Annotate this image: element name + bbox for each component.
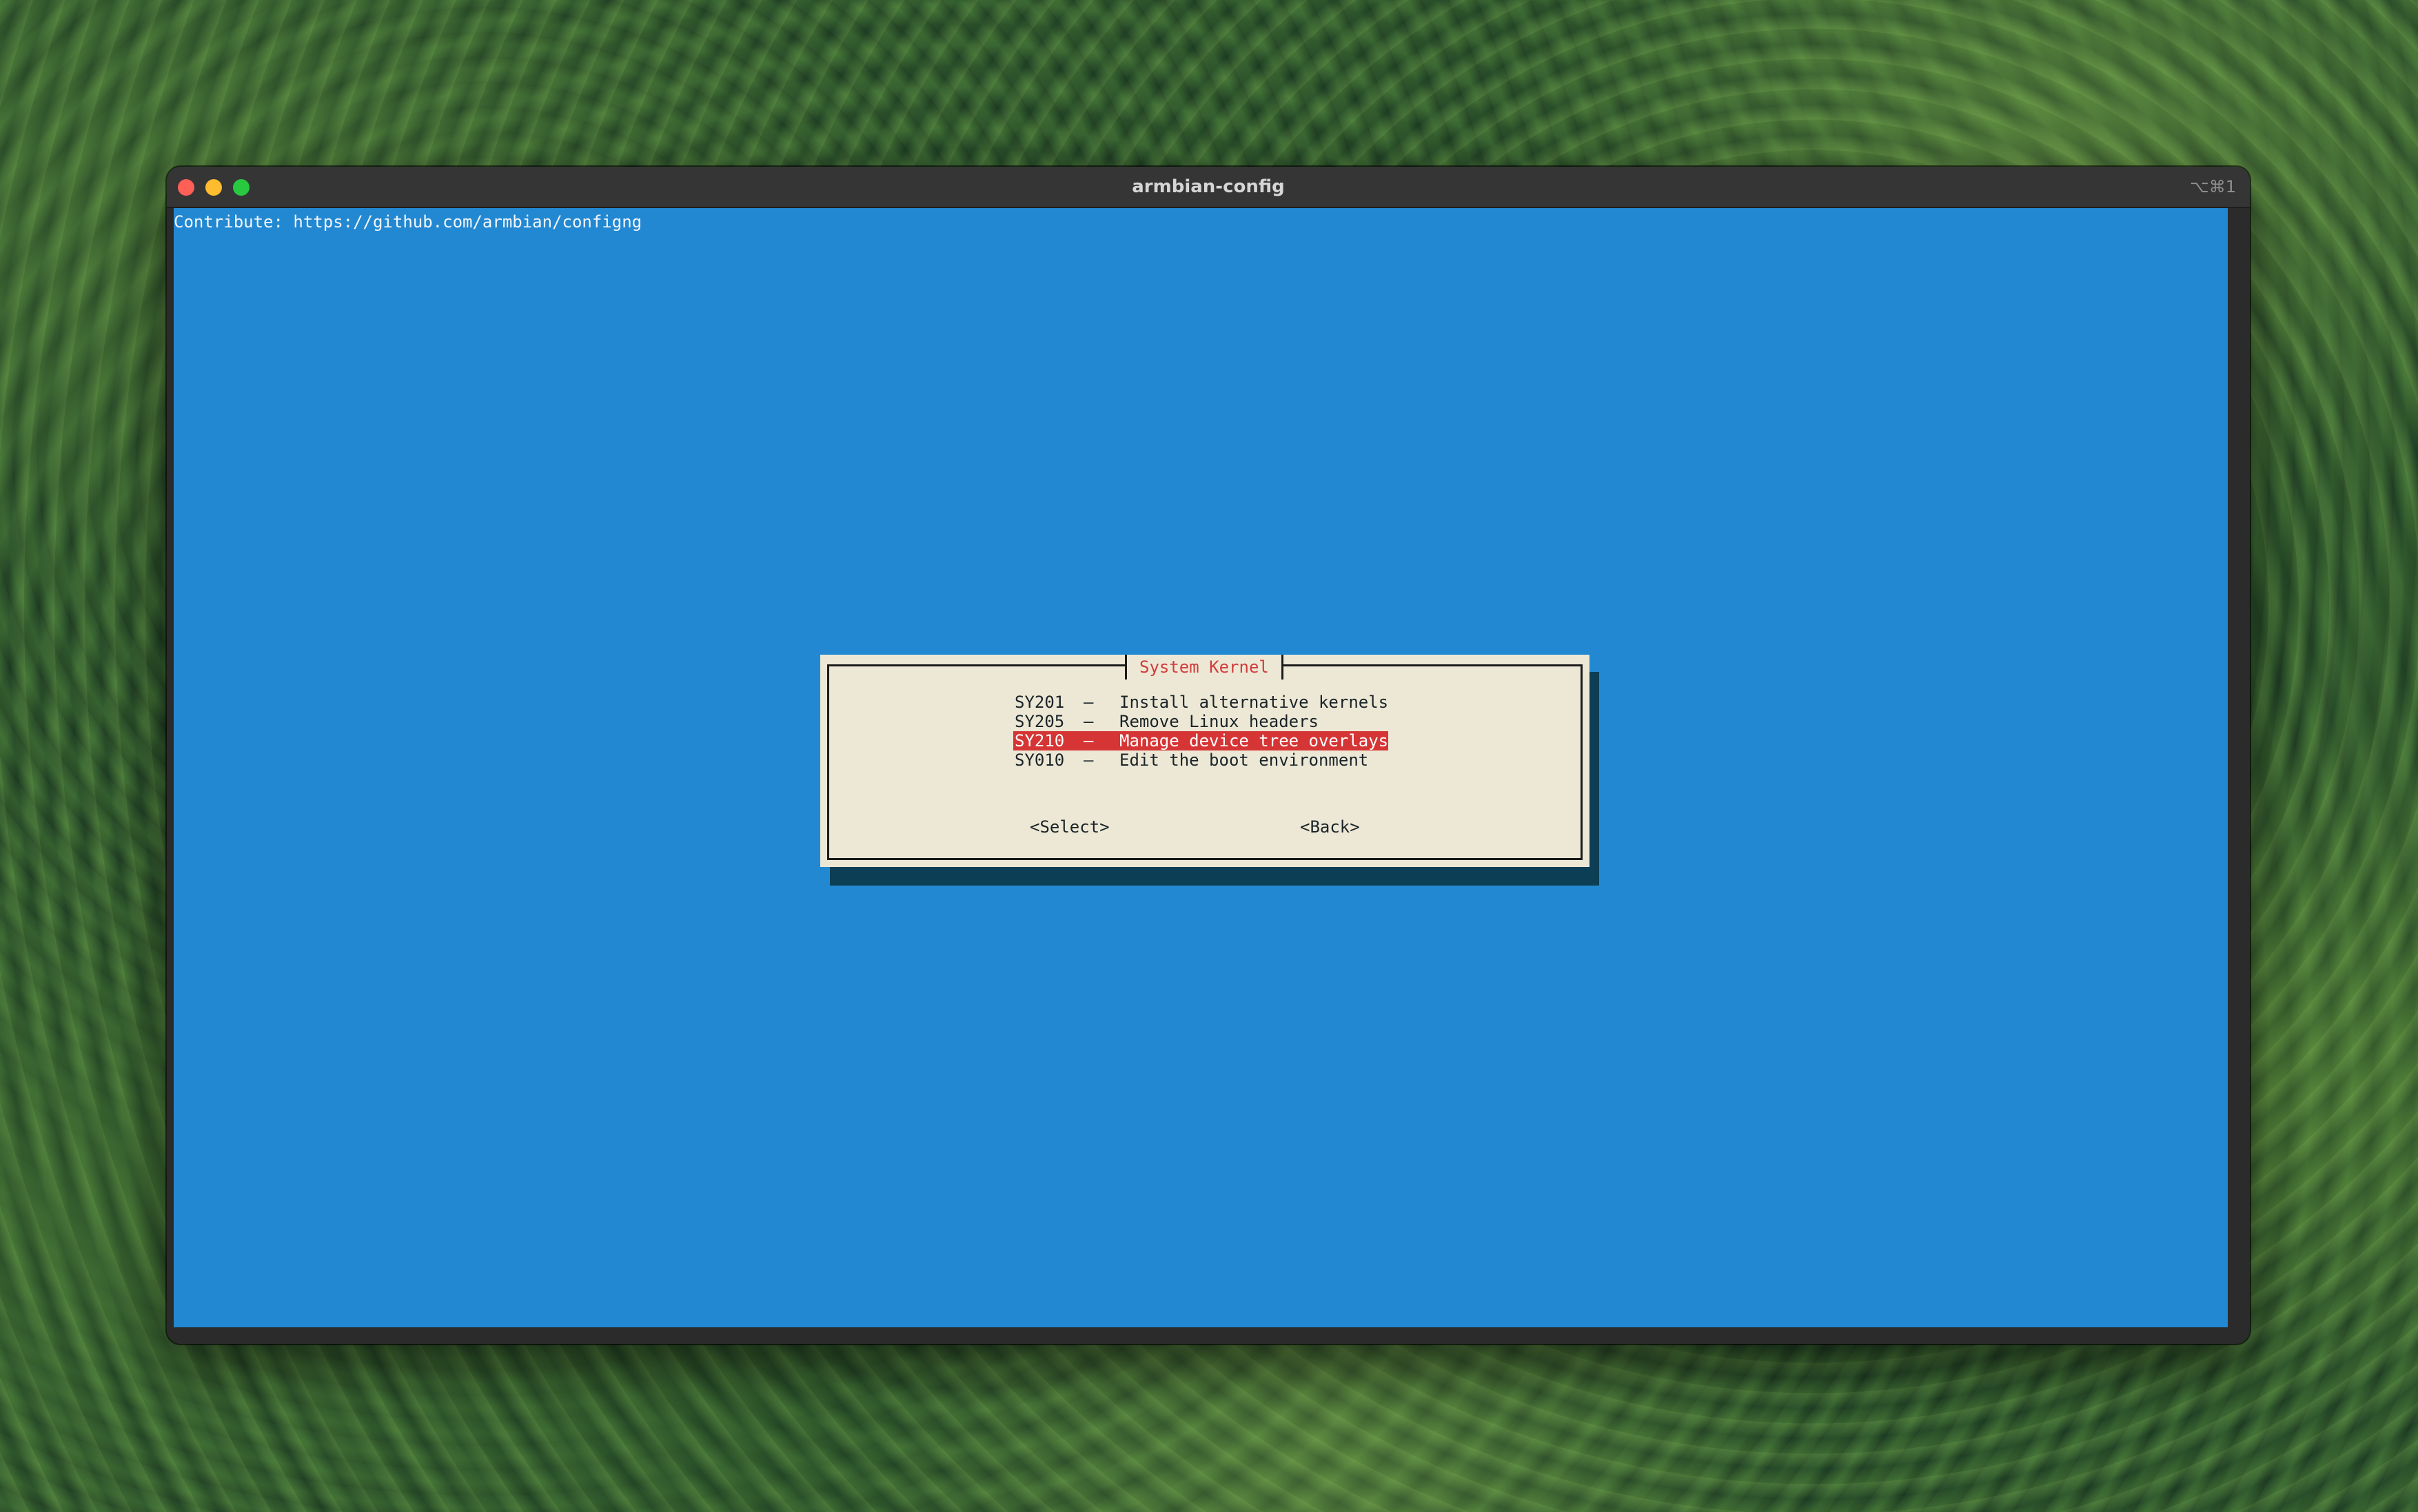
menu-item-sy201[interactable]: SY201– Install alternative kernels: [1013, 693, 1390, 712]
back-button[interactable]: <Back>: [1300, 817, 1360, 837]
menu-item-code: SY210: [1015, 731, 1065, 750]
window-title: armbian-config: [1132, 176, 1285, 197]
menu-item-dash: –: [1084, 731, 1094, 750]
menu-item-label: Edit the boot environment: [1119, 750, 1369, 770]
menu-item-dash: –: [1084, 693, 1094, 712]
menu-item-label: Remove Linux headers: [1119, 712, 1319, 731]
menu-item-dash: –: [1084, 750, 1094, 770]
window-shortcut: ⌥⌘1: [2190, 177, 2236, 196]
terminal-window: armbian-config ⌥⌘1 Contribute: https://g…: [167, 167, 2250, 1344]
kernel-menu: SY201– Install alternative kernels SY205–…: [1013, 693, 1390, 770]
dialog-title: System Kernel: [1125, 655, 1283, 680]
menu-item-code: SY010: [1015, 750, 1065, 770]
terminal-screen[interactable]: Contribute: https://github.com/armbian/c…: [174, 208, 2228, 1327]
contribute-line: Contribute: https://github.com/armbian/c…: [174, 212, 642, 232]
menu-item-sy210[interactable]: SY210– Manage device tree overlays: [1013, 731, 1388, 750]
menu-item-code: SY205: [1015, 712, 1065, 731]
menu-item-sy010[interactable]: SY010– Edit the boot environment: [1013, 750, 1390, 770]
menu-item-dash: –: [1084, 712, 1094, 731]
title-bar[interactable]: armbian-config ⌥⌘1: [167, 167, 2250, 208]
menu-item-code: SY201: [1015, 693, 1065, 712]
menu-item-sy205[interactable]: SY205– Remove Linux headers: [1013, 712, 1390, 731]
menu-item-label: Install alternative kernels: [1119, 693, 1389, 712]
menu-item-label: Manage device tree overlays: [1119, 731, 1389, 750]
system-kernel-dialog: System Kernel SY201– Install alternative …: [820, 655, 1589, 867]
select-button[interactable]: <Select>: [1030, 817, 1110, 837]
